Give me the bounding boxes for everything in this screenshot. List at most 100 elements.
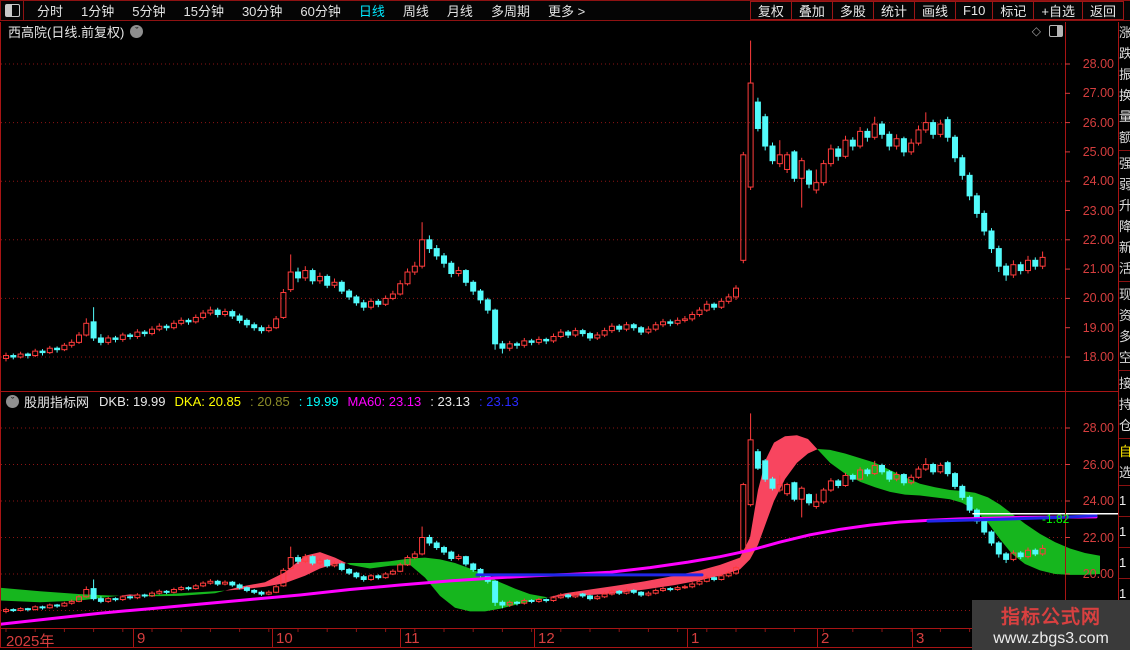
toolbar-button-5[interactable]: F10 bbox=[954, 1, 994, 20]
sidebar-item[interactable]: 弱 bbox=[1119, 174, 1130, 195]
sidebar-divider bbox=[1119, 485, 1130, 486]
sidebar-item[interactable]: 量 bbox=[1119, 106, 1130, 127]
chevron-down-icon[interactable]: ˇ bbox=[130, 24, 144, 38]
sidebar-divider bbox=[1119, 281, 1130, 282]
pane-axis-label: 22.00 bbox=[1082, 530, 1114, 545]
main-axis-label: 26.00 bbox=[1082, 115, 1114, 130]
sidebar-item[interactable]: 强 bbox=[1119, 153, 1130, 174]
pane-axis-label: 26.00 bbox=[1082, 457, 1114, 472]
indicator-value-2: : 20.85 bbox=[250, 393, 290, 409]
watermark-title: 指标公式网 bbox=[1000, 607, 1101, 628]
sidebar-divider bbox=[1119, 578, 1130, 579]
diamond-icon[interactable]: ◇ bbox=[1032, 24, 1041, 38]
page-layout-cell[interactable] bbox=[0, 1, 24, 20]
main-axis-label: 18.00 bbox=[1082, 350, 1114, 364]
period-tab-0[interactable]: 分时 bbox=[28, 1, 72, 20]
toolbar-buttons: 复权 叠加 多股 统计 画线 F10 标记 +自选 返回 bbox=[749, 1, 1130, 20]
period-tab-3[interactable]: 15分钟 bbox=[174, 1, 232, 20]
sidebar-item[interactable]: 升 bbox=[1119, 195, 1130, 216]
sidebar-divider bbox=[1119, 547, 1130, 548]
layout-icon bbox=[4, 4, 20, 17]
period-tab-4[interactable]: 30分钟 bbox=[233, 1, 291, 20]
toolbar-button-1[interactable]: 叠加 bbox=[790, 1, 833, 20]
period-tab-6[interactable]: 日线 bbox=[350, 1, 394, 20]
date-axis-label: 9 bbox=[137, 630, 146, 647]
sidebar-item[interactable]: 选 bbox=[1119, 462, 1130, 483]
toolbar-button-0[interactable]: 复权 bbox=[749, 1, 792, 20]
main-axis-label: 20.00 bbox=[1082, 291, 1114, 306]
main-axis-label: 22.00 bbox=[1082, 232, 1114, 247]
indicator-value-5: : 23.13 bbox=[430, 393, 471, 409]
chart-canvas[interactable] bbox=[0, 0, 1130, 650]
sidebar-item[interactable]: 仓 bbox=[1119, 415, 1130, 436]
main-axis-label: 28.00 bbox=[1082, 57, 1114, 71]
indicator-value-1: DKA: 20.85 bbox=[174, 393, 242, 409]
sidebar-divider bbox=[1119, 516, 1130, 517]
sidebar-item[interactable]: 涨 bbox=[1119, 22, 1130, 43]
watermark-url: www.zbgs3.com bbox=[993, 630, 1109, 647]
sidebar-item[interactable]: 现 bbox=[1119, 284, 1130, 305]
period-tab-7[interactable]: 周线 bbox=[394, 1, 438, 20]
main-axis-label: 21.00 bbox=[1082, 262, 1114, 277]
indicator-value-6: : 23.13 bbox=[479, 393, 519, 409]
toolbar-button-2[interactable]: 多股 bbox=[831, 1, 874, 20]
sidebar-item[interactable]: 持 bbox=[1119, 394, 1130, 415]
sidebar-item[interactable]: 活 bbox=[1119, 258, 1130, 279]
toolbar-button-4[interactable]: 画线 bbox=[913, 1, 956, 20]
sidebar-item[interactable]: 空 bbox=[1119, 347, 1130, 368]
period-tabs: 分时 1分钟 5分钟 15分钟 30分钟 60分钟 日线 周线 月线 多周期 更多 > bbox=[24, 1, 594, 20]
date-axis-label: 2 bbox=[821, 630, 830, 647]
sidebar-item[interactable]: 多 bbox=[1119, 326, 1130, 347]
indicator-values: DKB: 19.99 DKA: 20.85 : 20.85 : 19.99 MA60: … bbox=[99, 393, 528, 411]
indicator-value-4: MA60: 23.13 bbox=[347, 393, 422, 409]
main-axis-label: 23.00 bbox=[1082, 203, 1114, 218]
period-tab-1[interactable]: 1分钟 bbox=[72, 1, 123, 20]
period-tab-2[interactable]: 5分钟 bbox=[123, 1, 174, 20]
main-axis-label: 27.00 bbox=[1082, 86, 1114, 101]
sidebar-item[interactable]: 新 bbox=[1119, 237, 1130, 258]
date-axis-label: 3 bbox=[916, 630, 925, 647]
sidebar-item[interactable]: 跌 bbox=[1119, 43, 1130, 64]
sidebar-item[interactable]: 自 bbox=[1119, 441, 1130, 462]
toolbar-button-8[interactable]: 返回 bbox=[1081, 1, 1124, 20]
title-row: 西高院(日线.前复权) ˇ ◇ bbox=[0, 22, 1118, 40]
sidebar-page-number[interactable]: 1 bbox=[1119, 550, 1130, 576]
date-axis-label: 1 bbox=[691, 630, 700, 647]
sidebar-item[interactable]: 换 bbox=[1119, 85, 1130, 106]
indicator-value-label: -1.82 bbox=[1042, 512, 1070, 526]
toolbar-button-3[interactable]: 统计 bbox=[872, 1, 915, 20]
main-axis-label: 25.00 bbox=[1082, 144, 1114, 159]
date-axis-label: 11 bbox=[404, 630, 420, 647]
chart-title: 西高院(日线.前复权) bbox=[8, 24, 125, 40]
sidebar-divider bbox=[1119, 150, 1130, 151]
indicator-name: 股朋指标网 bbox=[24, 395, 90, 410]
indicator-value-3: : 19.99 bbox=[298, 393, 339, 409]
period-tab-9[interactable]: 多周期 bbox=[482, 1, 539, 20]
watermark: 指标公式网 www.zbgs3.com bbox=[972, 600, 1130, 650]
sidebar-item[interactable]: 资 bbox=[1119, 305, 1130, 326]
period-tab-8[interactable]: 月线 bbox=[438, 1, 482, 20]
indicator-value-0: DKB: 19.99 bbox=[99, 393, 166, 409]
chevron-down-icon[interactable]: ˇ bbox=[6, 395, 19, 408]
pane-axis-label: 28.00 bbox=[1082, 421, 1114, 435]
sidebar-item[interactable]: 额 bbox=[1119, 127, 1130, 148]
sidebar-page-number[interactable]: 1 bbox=[1119, 488, 1130, 514]
main-axis-label: 24.00 bbox=[1082, 174, 1114, 189]
period-tab-5[interactable]: 60分钟 bbox=[291, 1, 349, 20]
split-panel-icon[interactable] bbox=[1049, 25, 1063, 37]
sidebar-item[interactable]: 接 bbox=[1119, 373, 1130, 394]
sidebar-item[interactable]: 降 bbox=[1119, 216, 1130, 237]
indicator-header: ˇ 股朋指标网 DKB: 19.99 DKA: 20.85 : 20.85 : 19.… bbox=[0, 393, 1060, 410]
pane-axis-label: 20.00 bbox=[1082, 567, 1114, 581]
sidebar-item[interactable]: 振 bbox=[1119, 64, 1130, 85]
sidebar-page-number[interactable]: 1 bbox=[1119, 519, 1130, 545]
period-tab-10[interactable]: 更多 > bbox=[539, 1, 594, 20]
date-axis-label: 10 bbox=[276, 630, 293, 647]
main-axis-label: 19.00 bbox=[1082, 320, 1114, 335]
date-axis-label: 12 bbox=[538, 630, 555, 647]
right-sidebar-clipped[interactable]: 涨跌振换量额强弱升降新活现资多空接持仓自选111111 bbox=[1119, 22, 1130, 650]
toolbar-button-7[interactable]: +自选 bbox=[1033, 1, 1083, 20]
sidebar-divider bbox=[1119, 438, 1130, 439]
sidebar-divider bbox=[1119, 370, 1130, 371]
toolbar-button-6[interactable]: 标记 bbox=[992, 1, 1035, 20]
